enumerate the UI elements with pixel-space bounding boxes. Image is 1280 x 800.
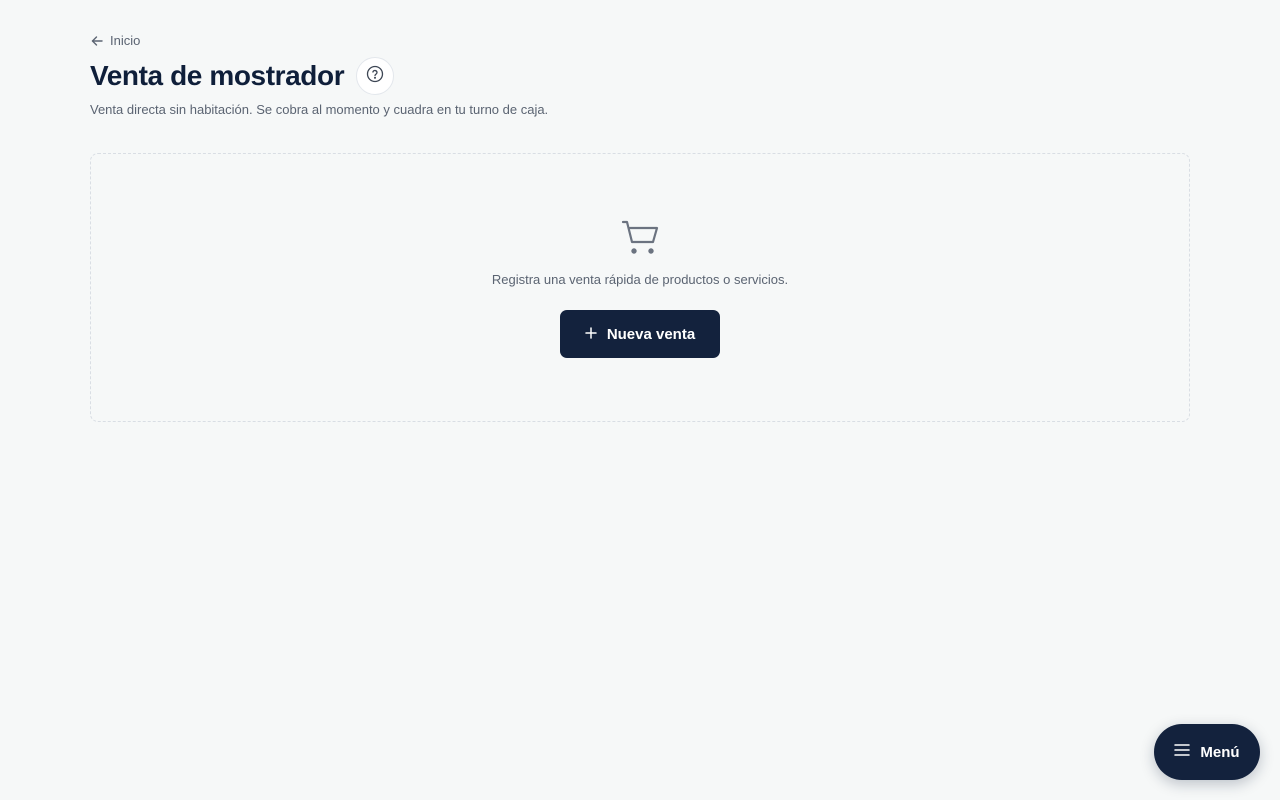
hamburger-icon bbox=[1174, 743, 1191, 761]
page-subtitle: Venta directa sin habitación. Se cobra a… bbox=[90, 102, 549, 117]
new-sale-label: Nueva venta bbox=[606, 325, 696, 343]
back-link-label: Inicio bbox=[110, 33, 141, 48]
menu-button[interactable]: Menú bbox=[1154, 724, 1260, 780]
page-title: Venta de mostrador bbox=[90, 60, 345, 91]
page: Inicio Venta de mostrador Venta directa … bbox=[0, 0, 1280, 800]
question-circle-icon bbox=[366, 65, 384, 88]
plus-icon bbox=[585, 326, 597, 343]
shopping-cart-icon bbox=[621, 218, 661, 258]
new-sale-button[interactable]: Nueva venta bbox=[560, 310, 720, 358]
help-button[interactable] bbox=[356, 57, 395, 95]
empty-state-message: Registra una venta rápida de productos o… bbox=[491, 272, 789, 287]
arrow-left-icon bbox=[90, 34, 104, 48]
empty-state-card: Registra una venta rápida de productos o… bbox=[90, 153, 1190, 422]
title-row: Venta de mostrador bbox=[90, 56, 395, 96]
back-link-inicio[interactable]: Inicio bbox=[90, 33, 140, 48]
menu-label: Menú bbox=[1200, 743, 1240, 761]
